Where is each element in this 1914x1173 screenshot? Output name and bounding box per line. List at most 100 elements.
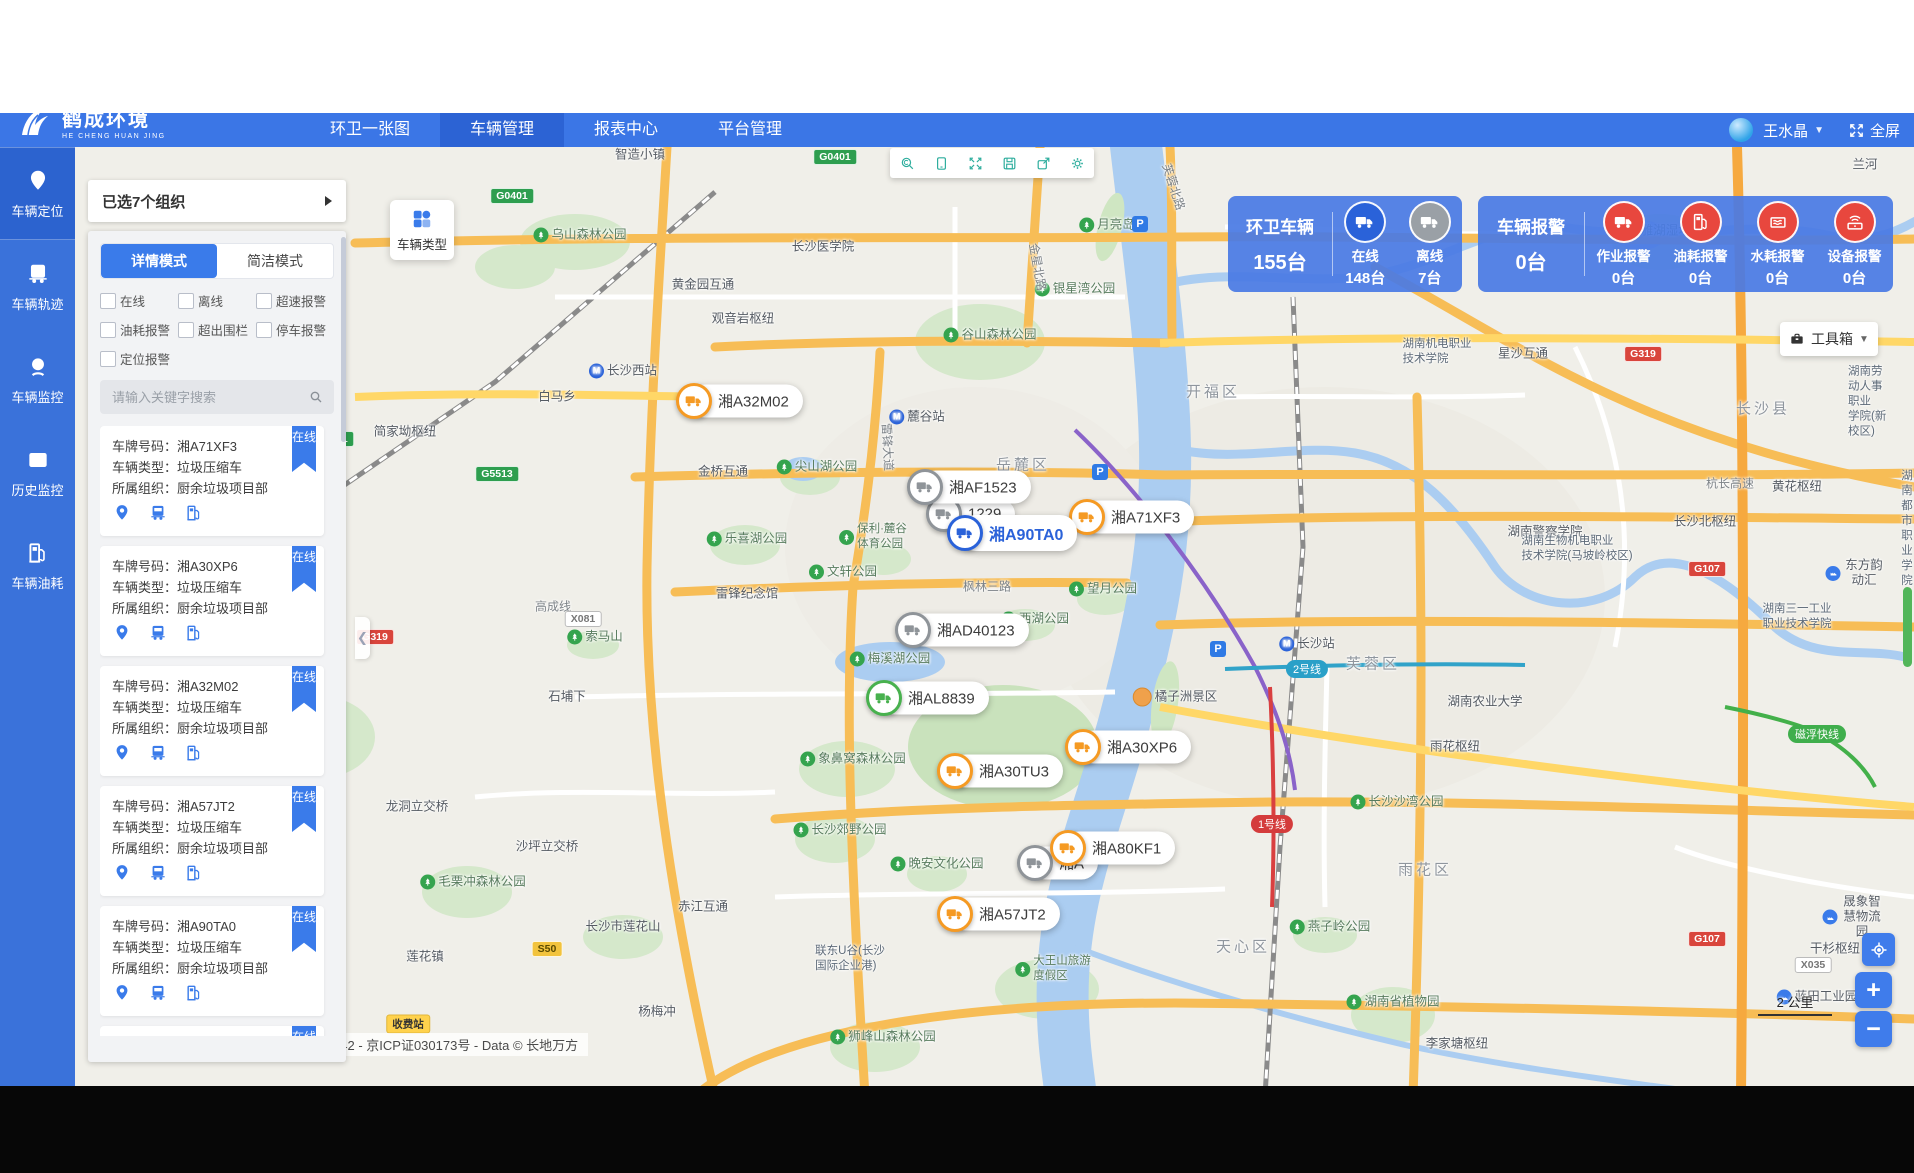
map-label: 长沙医学院 xyxy=(792,240,855,255)
toolbox-dropdown[interactable]: 工具箱 ▼ xyxy=(1780,322,1878,356)
org-value: 厨余垃圾项目部 xyxy=(177,961,268,976)
checkbox-icon[interactable] xyxy=(100,351,116,367)
tablet-icon[interactable] xyxy=(933,155,950,172)
fuel-vehicle-icon[interactable] xyxy=(184,863,204,888)
track-vehicle-icon[interactable] xyxy=(148,983,168,1008)
search-input[interactable] xyxy=(110,389,308,406)
vehicle-marker[interactable]: 湘A57JT2 xyxy=(937,896,973,932)
fleet-title: 环卫车辆 xyxy=(1246,213,1314,238)
sidebar-item-5[interactable]: 车辆油耗 xyxy=(0,519,75,612)
map-label: 东方韵动汇 xyxy=(1826,558,1885,588)
checkbox-icon[interactable] xyxy=(256,322,272,338)
alarm-stat-4[interactable]: 设备报警 0台 xyxy=(1828,201,1882,288)
org-selector[interactable]: 已选7个组织 xyxy=(88,180,346,222)
map-label: 长沙县 xyxy=(1736,402,1790,417)
nav-item-3[interactable]: 报表中心 xyxy=(564,113,688,147)
park-icon xyxy=(943,328,958,343)
filter-4[interactable]: 油耗报警 xyxy=(100,320,178,339)
map-label: 湖南三一工业 职业技术学院 xyxy=(1763,602,1832,632)
panel-collapse-handle[interactable]: ❮ xyxy=(355,617,370,659)
alarm-label: 油耗报警 xyxy=(1674,245,1728,265)
nav-item-2[interactable]: 车辆管理 xyxy=(440,113,564,147)
alarm-label: 水耗报警 xyxy=(1751,245,1805,265)
checkbox-icon[interactable] xyxy=(256,293,272,309)
vehicle-marker[interactable]: 湘AF1523 xyxy=(907,469,943,505)
search-icon[interactable] xyxy=(308,389,324,405)
locate-vehicle-icon[interactable] xyxy=(112,743,132,768)
tab-simple-mode[interactable]: 简洁模式 xyxy=(217,244,333,278)
filter-7[interactable]: 定位报警 xyxy=(100,349,178,368)
sidebar-item-2[interactable]: 车辆轨迹 xyxy=(0,240,75,333)
vehicle-marker[interactable]: 湘A80KF1 xyxy=(1050,830,1086,866)
vehicle-type-button[interactable]: 车辆类型 xyxy=(390,200,454,260)
checkbox-icon[interactable] xyxy=(100,322,116,338)
map-canvas[interactable]: 智造小镇乌山森林公园长沙医学院黄金园互通月亮岛银星湾公园观音岩枢纽谷山森林公园开… xyxy=(75,147,1914,1086)
vehicle-card[interactable]: 车牌号码：湘A80KF1 车辆类型：垃圾压缩车 所属组织：厨余垃圾项目部 在线 xyxy=(100,1026,324,1036)
fuel-vehicle-icon[interactable] xyxy=(184,623,204,648)
top-white-strip xyxy=(0,0,1914,113)
sidebar-item-3[interactable]: 车辆监控 xyxy=(0,333,75,426)
locate-vehicle-icon[interactable] xyxy=(112,863,132,888)
track-vehicle-icon[interactable] xyxy=(148,623,168,648)
alarm-stat-1[interactable]: 作业报警 0台 xyxy=(1597,201,1651,288)
checkbox-icon[interactable] xyxy=(100,293,116,309)
user-name[interactable]: 王水晶 xyxy=(1763,120,1808,141)
tab-detail-mode[interactable]: 详情模式 xyxy=(101,244,217,278)
zoom-in-button[interactable]: + xyxy=(1855,972,1892,1008)
train-icon: M xyxy=(589,364,604,379)
alarm-stat-3[interactable]: 水耗报警 0台 xyxy=(1751,201,1805,288)
expand-icon[interactable] xyxy=(967,155,984,172)
vehicle-marker[interactable]: 湘A30TU3 xyxy=(937,753,973,789)
locate-vehicle-icon[interactable] xyxy=(112,503,132,528)
alarm-stat-2[interactable]: 油耗报警 0台 xyxy=(1674,201,1728,288)
online-stat[interactable]: 在线 148台 xyxy=(1344,201,1386,288)
track-vehicle-icon[interactable] xyxy=(148,743,168,768)
filter-5[interactable]: 超出围栏 xyxy=(178,320,256,339)
fuel-vehicle-icon[interactable] xyxy=(184,983,204,1008)
locate-vehicle-icon[interactable] xyxy=(112,623,132,648)
checkbox-icon[interactable] xyxy=(178,293,194,309)
map-label: 石埔下 xyxy=(548,690,586,705)
checkbox-icon[interactable] xyxy=(178,322,194,338)
fuel-vehicle-icon[interactable] xyxy=(184,743,204,768)
nav-item-1[interactable]: 环卫一张图 xyxy=(300,113,440,147)
vehicle-marker[interactable]: 湘A xyxy=(1017,845,1053,881)
vehicle-marker[interactable]: 湘AD40123 xyxy=(895,612,931,648)
truck-icon xyxy=(937,753,973,789)
sidebar-item-4[interactable]: 历史监控 xyxy=(0,426,75,519)
filter-1[interactable]: 在线 xyxy=(100,291,178,310)
vehicle-marker[interactable]: 湘A30XP6 xyxy=(1065,729,1101,765)
settings-icon[interactable] xyxy=(1069,155,1086,172)
vehicle-card[interactable]: 车牌号码：湘A90TA0 车辆类型：垃圾压缩车 所属组织：厨余垃圾项目部 在线 xyxy=(100,906,324,1016)
vehicle-card[interactable]: 车牌号码：湘A30XP6 车辆类型：垃圾压缩车 所属组织：厨余垃圾项目部 在线 xyxy=(100,546,324,656)
offline-stat[interactable]: 离线 7台 xyxy=(1409,201,1451,288)
nav-item-4[interactable]: 平台管理 xyxy=(688,113,812,147)
fullscreen-button[interactable]: 全屏 xyxy=(1848,120,1900,141)
vehicle-marker[interactable]: 湘A32M02 xyxy=(676,383,712,419)
zoom-out-button[interactable]: − xyxy=(1855,1011,1892,1047)
export-icon[interactable] xyxy=(1035,155,1052,172)
list-scrollbar[interactable] xyxy=(341,237,346,442)
fuel-vehicle-icon[interactable] xyxy=(184,503,204,528)
track-vehicle-icon[interactable] xyxy=(148,503,168,528)
map-label: 天心区 xyxy=(1216,940,1270,955)
vehicle-card[interactable]: 车牌号码：湘A71XF3 车辆类型：垃圾压缩车 所属组织：厨余垃圾项目部 在线 xyxy=(100,426,324,536)
video-icon xyxy=(25,447,51,473)
sidebar-item-1[interactable]: 车辆定位 xyxy=(0,147,75,240)
filter-3[interactable]: 超速报警 xyxy=(256,291,334,310)
vehicle-marker[interactable]: 湘A90TA0 xyxy=(947,515,983,551)
filter-6[interactable]: 停车报警 xyxy=(256,320,334,339)
vehicle-card[interactable]: 车牌号码：湘A32M02 车辆类型：垃圾压缩车 所属组织：厨余垃圾项目部 在线 xyxy=(100,666,324,776)
map-label: M长沙站 xyxy=(1279,637,1335,652)
alarm-count: 0台 xyxy=(1612,267,1635,288)
locate-vehicle-icon[interactable] xyxy=(112,983,132,1008)
zoom-icon[interactable] xyxy=(899,155,916,172)
filter-2[interactable]: 离线 xyxy=(178,291,256,310)
vehicle-marker[interactable]: 湘AL8839 xyxy=(866,680,902,716)
user-avatar[interactable] xyxy=(1729,118,1753,142)
save-icon[interactable] xyxy=(1001,155,1018,172)
track-vehicle-icon[interactable] xyxy=(148,863,168,888)
vehicle-card[interactable]: 车牌号码：湘A57JT2 车辆类型：垃圾压缩车 所属组织：厨余垃圾项目部 在线 xyxy=(100,786,324,896)
locate-button[interactable] xyxy=(1862,933,1895,966)
chevron-down-icon[interactable]: ▼ xyxy=(1814,125,1824,136)
